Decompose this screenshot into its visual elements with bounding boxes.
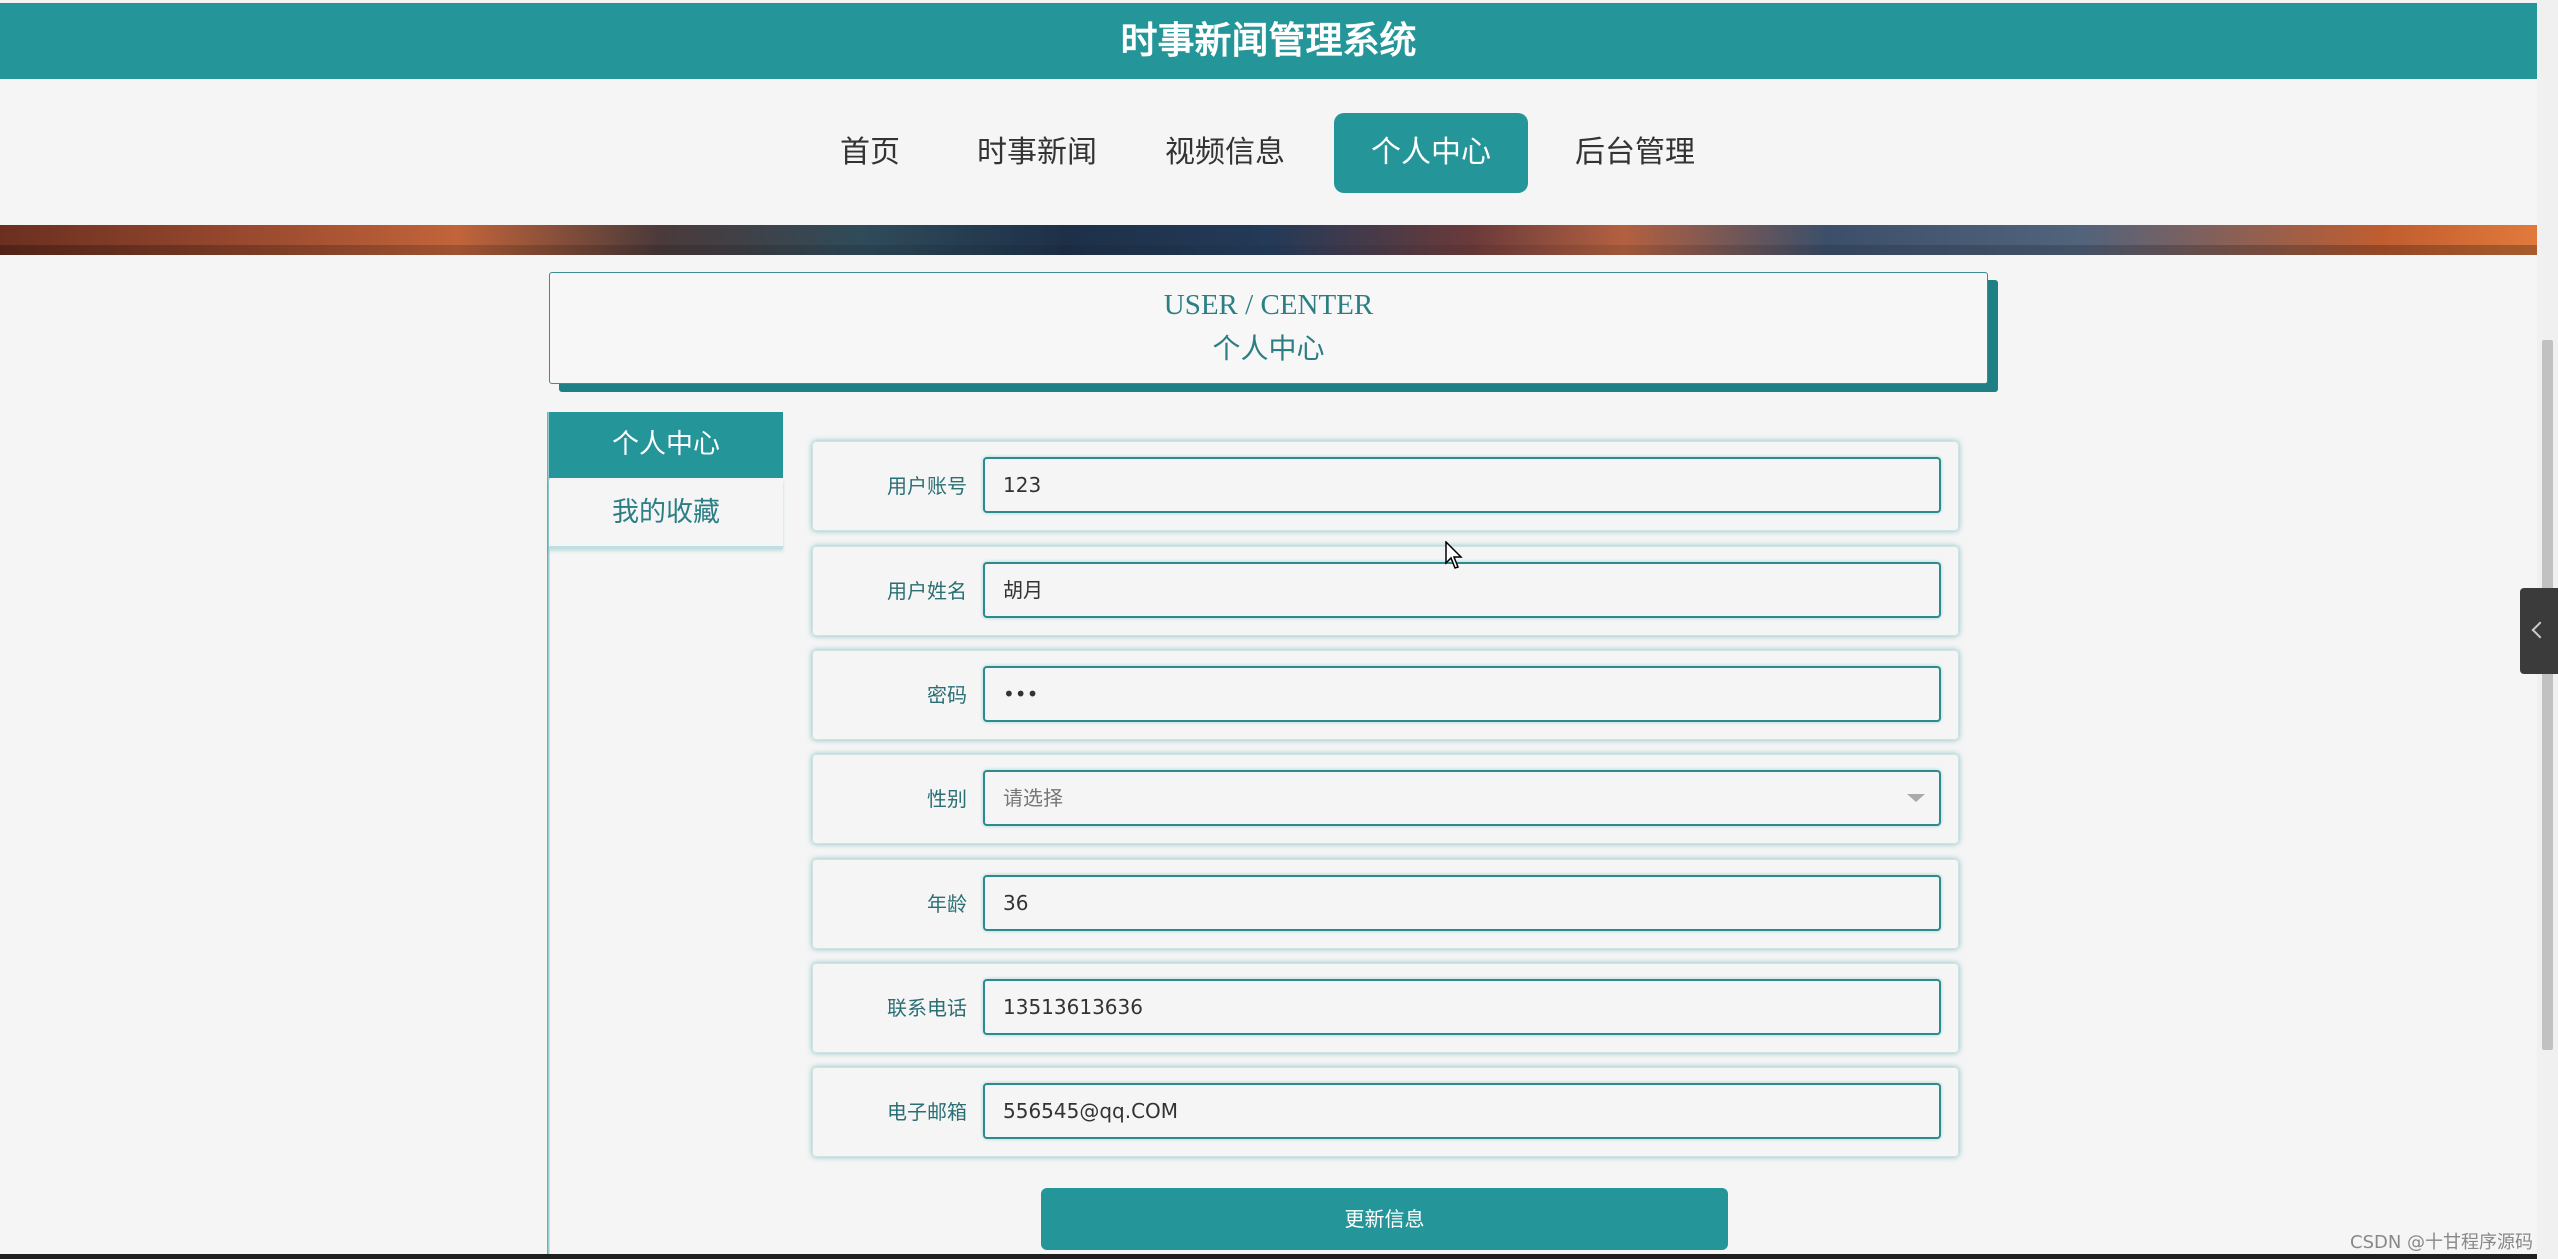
nav-admin[interactable]: 后台管理 (1560, 113, 1710, 193)
email-input[interactable]: 556545@qq.COM (983, 1083, 1941, 1139)
gender-select[interactable]: 请选择 (983, 770, 1941, 826)
form-row-gender: 性别 请选择 (812, 754, 1959, 844)
gender-label: 性别 (927, 787, 967, 811)
form-row-name: 用户姓名 胡月 (812, 546, 1959, 636)
form-row-account: 用户账号 123 (812, 441, 1959, 531)
bottom-edge (0, 1254, 2537, 1259)
scrollbar-thumb[interactable] (2542, 340, 2553, 1050)
form-row-password: 密码 ••• (812, 650, 1959, 740)
form-row-age: 年龄 36 (812, 859, 1959, 949)
section-title-en: USER / CENTER (1163, 289, 1374, 321)
sidebar-item-user-center[interactable]: 个人中心 (549, 412, 783, 478)
age-input[interactable]: 36 (983, 875, 1941, 931)
nav-video[interactable]: 视频信息 (1150, 113, 1300, 193)
nav-user-center[interactable]: 个人中心 (1334, 113, 1528, 193)
account-input[interactable]: 123 (983, 457, 1941, 513)
phone-input[interactable]: 13513613636 (983, 979, 1941, 1035)
account-label: 用户账号 (887, 474, 967, 498)
name-label: 用户姓名 (887, 579, 967, 603)
password-input[interactable]: ••• (983, 666, 1941, 722)
gender-select-value: 请选择 (1003, 786, 1063, 810)
email-label: 电子邮箱 (887, 1100, 967, 1124)
password-label: 密码 (927, 683, 967, 707)
update-info-button[interactable]: 更新信息 (1041, 1188, 1728, 1250)
nav-news[interactable]: 时事新闻 (962, 113, 1112, 193)
banner-image (0, 225, 2537, 255)
age-label: 年龄 (927, 892, 967, 916)
phone-label: 联系电话 (887, 996, 967, 1020)
nav-home[interactable]: 首页 (820, 113, 920, 193)
sidebar-item-favorites[interactable]: 我的收藏 (549, 480, 783, 549)
form-row-phone: 联系电话 13513613636 (812, 963, 1959, 1053)
section-title: USER / CENTER 个人中心 (549, 272, 1988, 384)
chevron-down-icon (1907, 794, 1925, 802)
main-nav: 首页 时事新闻 视频信息 个人中心 后台管理 (0, 79, 2537, 225)
watermark: CSDN @十甘程序源码 (2350, 1232, 2534, 1253)
side-panel-toggle[interactable] (2520, 588, 2558, 674)
page: 时事新闻管理系统 首页 时事新闻 视频信息 个人中心 后台管理 USER / C… (0, 0, 2558, 1259)
app-title: 时事新闻管理系统 (0, 3, 2537, 79)
form-row-email: 电子邮箱 556545@qq.COM (812, 1067, 1959, 1157)
section-title-cn: 个人中心 (1212, 334, 1325, 365)
chevron-left-icon (2531, 621, 2549, 639)
